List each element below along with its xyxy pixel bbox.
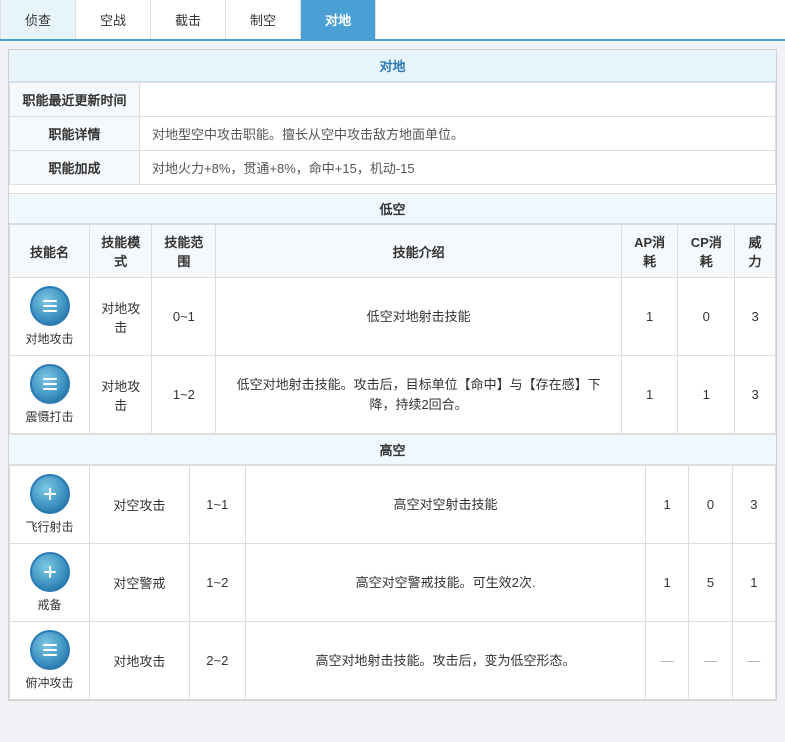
skill-label-low-0: 对地攻击: [25, 330, 73, 347]
skill-range-high-1: 1~2: [189, 544, 245, 622]
skills-table-low: 技能名 技能模式 技能范围 技能介绍 AP消耗 CP消耗 威力: [9, 224, 776, 434]
th-cp: CP消耗: [678, 225, 735, 278]
info-value-2: 对地火力+8%，贯通+8%，命中+15，机动-15: [140, 151, 776, 185]
skills-table-high: 飞行射击 对空攻击 1~1 高空对空射击技能 1 0 3 戒备 对空警戒 1~2…: [9, 465, 776, 700]
skill-range-high-0: 1~1: [189, 466, 245, 544]
skill-cp-low-0: 0: [678, 278, 735, 356]
skill-ap-low-0: 1: [621, 278, 678, 356]
skill-row-high-2: 俯冲攻击 对地攻击 2~2 高空对地射击技能。攻击后，变为低空形态。 — — —: [10, 622, 776, 700]
high-sky-title: 高空: [379, 443, 405, 458]
low-sky-title: 低空: [379, 202, 405, 217]
th-ap: AP消耗: [621, 225, 678, 278]
skill-ap-high-2: —: [646, 622, 689, 700]
main-section-title: 对地: [379, 59, 405, 74]
skill-row-low-1: 震慑打击 对地攻击 1~2 低空对地射击技能。攻击后，目标单位【命中】与【存在感…: [10, 356, 776, 434]
skill-desc-low-0: 低空对地射击技能: [216, 278, 621, 356]
skill-cp-high-1: 5: [689, 544, 732, 622]
th-skill-name: 技能名: [10, 225, 90, 278]
nav-tab-空战[interactable]: 空战: [76, 0, 151, 39]
skill-cp-high-2: —: [689, 622, 732, 700]
nav-tab-侦查[interactable]: 侦查: [0, 0, 76, 39]
info-row-1: 职能详情 对地型空中攻击职能。擅长从空中攻击敌方地面单位。: [10, 117, 776, 151]
skill-power-low-1: 3: [735, 356, 776, 434]
skill-name-cell-high-0: 飞行射击: [10, 466, 90, 544]
nav-tab-制空[interactable]: 制空: [226, 0, 301, 39]
info-label-0: 职能最近更新时间: [10, 83, 140, 117]
skill-desc-high-0: 高空对空射击技能: [246, 466, 646, 544]
info-row-2: 职能加成 对地火力+8%，贯通+8%，命中+15，机动-15: [10, 151, 776, 185]
info-label-2: 职能加成: [10, 151, 140, 185]
high-sky-header: 高空: [9, 434, 776, 465]
skill-ap-high-0: 1: [646, 466, 689, 544]
low-sky-header: 低空: [9, 193, 776, 224]
skill-cp-high-0: 0: [689, 466, 732, 544]
skill-mode-high-0: 对空攻击: [90, 466, 190, 544]
skill-row-low-0: 对地攻击 对地攻击 0~1 低空对地射击技能 1 0 3: [10, 278, 776, 356]
top-nav: 侦查空战截击制空对地: [0, 0, 785, 41]
skill-name-cell-low-1: 震慑打击: [10, 356, 90, 434]
skill-power-high-1: 1: [732, 544, 775, 622]
skills-section: 低空 技能名 技能模式 技能范围 技能介绍 AP消耗 CP消耗 威力: [9, 193, 776, 700]
info-value-0: [140, 83, 776, 117]
skill-label-high-0: 飞行射击: [25, 518, 73, 535]
skill-range-low-0: 0~1: [152, 278, 216, 356]
skill-power-low-0: 3: [735, 278, 776, 356]
nav-tab-截击[interactable]: 截击: [151, 0, 226, 39]
skill-power-high-0: 3: [732, 466, 775, 544]
page-container: 侦查空战截击制空对地 对地 职能最近更新时间 职能详情 对地型空中攻击职能。擅长…: [0, 0, 785, 742]
th-range: 技能范围: [152, 225, 216, 278]
skill-power-high-2: —: [732, 622, 775, 700]
skill-mode-low-0: 对地攻击: [90, 278, 152, 356]
skill-desc-high-2: 高空对地射击技能。攻击后，变为低空形态。: [246, 622, 646, 700]
main-section-header: 对地: [9, 50, 776, 82]
skill-name-cell-low-0: 对地攻击: [10, 278, 90, 356]
skill-range-low-1: 1~2: [152, 356, 216, 434]
skill-name-cell-high-2: 俯冲攻击: [10, 622, 90, 700]
skill-cp-low-1: 1: [678, 356, 735, 434]
info-value-1: 对地型空中攻击职能。擅长从空中攻击敌方地面单位。: [140, 117, 776, 151]
skill-name-cell-high-1: 戒备: [10, 544, 90, 622]
info-label-1: 职能详情: [10, 117, 140, 151]
nav-tab-对地[interactable]: 对地: [301, 0, 376, 39]
info-row-0: 职能最近更新时间: [10, 83, 776, 117]
skill-mode-high-2: 对地攻击: [90, 622, 190, 700]
skill-desc-low-1: 低空对地射击技能。攻击后，目标单位【命中】与【存在感】下降，持续2回合。: [216, 356, 621, 434]
skill-desc-high-1: 高空对空警戒技能。可生效2次.: [246, 544, 646, 622]
skill-mode-high-1: 对空警戒: [90, 544, 190, 622]
th-power: 威力: [735, 225, 776, 278]
skill-ap-low-1: 1: [621, 356, 678, 434]
skill-label-high-1: 戒备: [37, 596, 61, 613]
skill-ap-high-1: 1: [646, 544, 689, 622]
th-desc: 技能介绍: [216, 225, 621, 278]
skill-mode-low-1: 对地攻击: [90, 356, 152, 434]
skill-row-high-1: 戒备 对空警戒 1~2 高空对空警戒技能。可生效2次. 1 5 1: [10, 544, 776, 622]
skill-row-high-0: 飞行射击 对空攻击 1~1 高空对空射击技能 1 0 3: [10, 466, 776, 544]
main-content: 对地 职能最近更新时间 职能详情 对地型空中攻击职能。擅长从空中攻击敌方地面单位…: [8, 49, 777, 701]
info-table: 职能最近更新时间 职能详情 对地型空中攻击职能。擅长从空中攻击敌方地面单位。 职…: [9, 82, 776, 185]
skill-label-low-1: 震慑打击: [25, 408, 73, 425]
skill-label-high-2: 俯冲攻击: [25, 674, 73, 691]
th-mode: 技能模式: [90, 225, 152, 278]
skill-range-high-2: 2~2: [189, 622, 245, 700]
